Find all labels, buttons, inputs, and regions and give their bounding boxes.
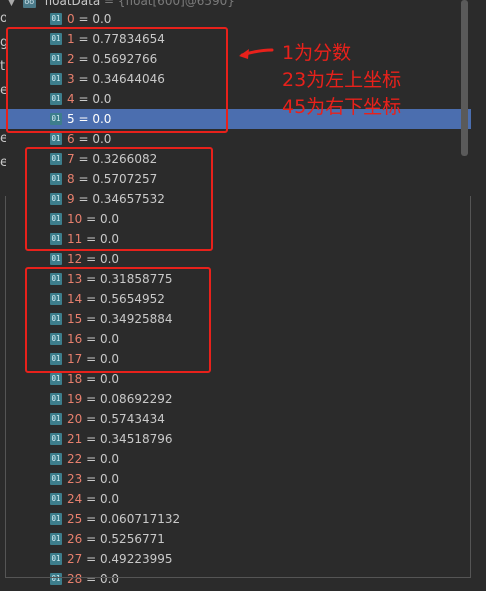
element-text: 26 = 0.5256771 (67, 532, 165, 546)
primitive-value-icon: 01 (50, 413, 62, 425)
element-value: 0.0 (99, 492, 120, 506)
element-index: 26 (67, 532, 83, 546)
element-index: 25 (67, 512, 83, 526)
element-index: 23 (67, 472, 83, 486)
primitive-value-icon: 01 (50, 133, 62, 145)
array-element-row[interactable]: 01 26 = 0.5256771 (0, 529, 471, 549)
element-value: 0.08692292 (99, 392, 173, 406)
element-index: 24 (67, 492, 83, 506)
element-index: 18 (67, 372, 83, 386)
highlight-box-group-3 (25, 267, 211, 373)
element-value: 0.0 (99, 372, 120, 386)
highlight-box-group-2 (25, 147, 213, 251)
primitive-value-icon: 01 (50, 533, 62, 545)
array-icon: oo (22, 0, 36, 8)
element-value: 0.0 (99, 452, 120, 466)
array-element-row[interactable]: 01 24 = 0.0 (0, 489, 471, 509)
primitive-value-icon: 01 (50, 573, 62, 585)
array-element-row[interactable]: 01 22 = 0.0 (0, 449, 471, 469)
element-index: 28 (67, 572, 83, 586)
element-text: 19 = 0.08692292 (67, 392, 173, 406)
element-value: 0.49223995 (99, 552, 173, 566)
primitive-value-icon: 01 (50, 253, 62, 265)
element-value: 0.0 (99, 572, 120, 586)
element-text: 23 = 0.0 (67, 472, 120, 486)
element-text: 25 = 0.060717132 (67, 512, 181, 526)
debugger-variables-panel: o g t e e e e ▼ oo floatData = {float[60… (0, 0, 486, 591)
variable-type: {float[600]@6590} (117, 0, 235, 8)
element-text: 24 = 0.0 (67, 492, 120, 506)
primitive-value-icon: 01 (50, 393, 62, 405)
vertical-scrollbar-thumb[interactable] (461, 0, 468, 156)
element-text: 28 = 0.0 (67, 572, 120, 586)
primitive-value-icon: 01 (50, 13, 62, 25)
primitive-value-icon: 01 (50, 553, 62, 565)
primitive-value-icon: 01 (50, 473, 62, 485)
array-element-row[interactable]: 01 23 = 0.0 (0, 469, 471, 489)
element-value: 0.5256771 (99, 532, 165, 546)
array-element-row[interactable]: 01 20 = 0.5743434 (0, 409, 471, 429)
annotation-arrow-icon (239, 48, 274, 59)
primitive-value-icon: 01 (50, 493, 62, 505)
element-value: 0.0 (92, 12, 112, 26)
element-value: 0.060717132 (99, 512, 181, 526)
array-element-row[interactable]: 01 25 = 0.060717132 (0, 509, 471, 529)
element-index: 20 (67, 412, 83, 426)
primitive-value-icon: 01 (50, 373, 62, 385)
annotation-line-bottomright: 45为右下坐标 (282, 96, 402, 118)
element-index: 22 (67, 452, 83, 466)
primitive-value-icon: 01 (50, 453, 62, 465)
element-index: 21 (67, 432, 83, 446)
highlight-box-score-topleft (6, 27, 228, 133)
array-element-row[interactable]: 01 19 = 0.08692292 (0, 389, 471, 409)
element-value: 0.0 (92, 132, 112, 146)
primitive-value-icon: 01 (50, 513, 62, 525)
array-element-row[interactable]: 01 27 = 0.49223995 (0, 549, 471, 569)
panel-border (5, 196, 6, 578)
array-element-row[interactable]: 01 21 = 0.34518796 (0, 429, 471, 449)
annotation-line-score: 1为分数 (282, 42, 352, 64)
element-text: 12 = 0.0 (67, 252, 120, 266)
expand-arrow-icon[interactable]: ▼ (8, 0, 15, 8)
element-text: 27 = 0.49223995 (67, 552, 173, 566)
element-text: 21 = 0.34518796 (67, 432, 173, 446)
element-value: 0.0 (99, 252, 120, 266)
element-index: 0 (67, 12, 75, 26)
element-value: 0.34518796 (99, 432, 173, 446)
element-index: 19 (67, 392, 83, 406)
element-index: 27 (67, 552, 83, 566)
element-value: 0.5743434 (99, 412, 165, 426)
element-text: 20 = 0.5743434 (67, 412, 165, 426)
panel-border (470, 196, 471, 578)
element-index: 6 (67, 132, 75, 146)
panel-border (5, 577, 471, 578)
primitive-value-icon: 01 (50, 433, 62, 445)
array-element-row[interactable]: 01 0 = 0.0 (0, 9, 471, 29)
element-index: 12 (67, 252, 83, 266)
variable-name: floatData (44, 0, 101, 8)
array-element-row[interactable]: 01 12 = 0.0 (0, 249, 471, 269)
element-text: 22 = 0.0 (67, 452, 120, 466)
annotation-line-topleft: 23为左上坐标 (282, 69, 402, 91)
element-text: 0 = 0.0 (67, 12, 112, 26)
element-value: 0.0 (99, 472, 120, 486)
array-element-row[interactable]: 01 28 = 0.0 (0, 569, 471, 589)
